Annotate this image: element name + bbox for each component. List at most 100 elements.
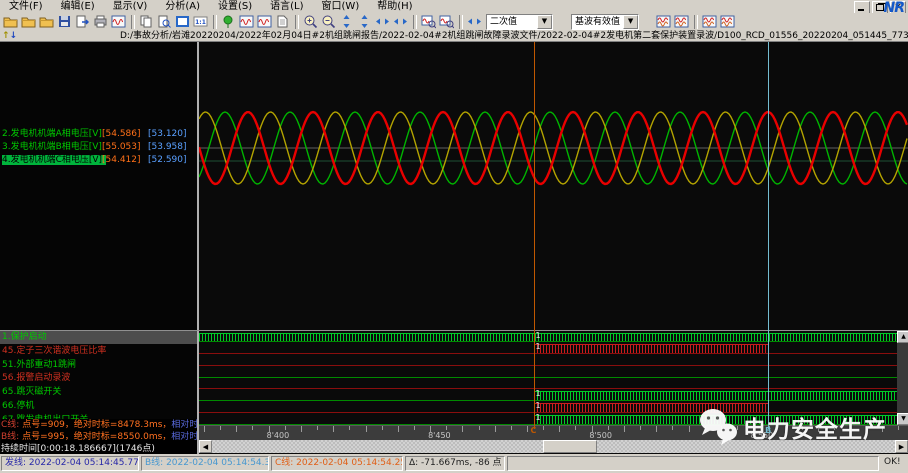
digital-trace-baseline — [199, 365, 908, 366]
digital-trace-baseline — [199, 400, 908, 401]
axis-tick — [462, 426, 463, 432]
chevron-down-icon[interactable]: ▼ — [537, 15, 552, 29]
folder-icon-2[interactable] — [21, 14, 37, 29]
menu-item-6[interactable]: 语言(L) — [261, 0, 312, 13]
wavered-icon-3[interactable] — [702, 14, 718, 29]
axis-tick — [236, 426, 237, 432]
path-nav-arrows[interactable]: ↑↓ — [2, 30, 17, 42]
wavered-icon-2[interactable] — [674, 14, 690, 29]
axis-tick — [543, 426, 544, 430]
folder-icon[interactable] — [3, 14, 19, 29]
varr-icon-2[interactable] — [357, 14, 373, 29]
analog-channel-row[interactable]: 2.发电机机端A相电压[V][54.586][53.120] — [2, 128, 197, 141]
scrollbar-thumb[interactable] — [543, 440, 597, 453]
wave-icon-3[interactable] — [257, 14, 273, 29]
axis-tick — [640, 426, 641, 430]
scroll-left-icon[interactable]: ◀ — [199, 440, 212, 453]
measurement-mode-select[interactable]: 基波有效值▼ — [571, 14, 639, 30]
wave-icon[interactable] — [111, 14, 127, 29]
scroll-up-icon[interactable]: ▲ — [897, 331, 908, 343]
axis-tick — [317, 426, 318, 430]
axis-tick — [204, 426, 205, 432]
export-icon[interactable] — [75, 14, 91, 29]
readout-part: 相对时标差=8538.3ms — [171, 420, 197, 430]
menu-bar: 文件(F)编辑(E)显示(V)分析(A)设置(S)语言(L)窗口(W)帮助(H)… — [0, 0, 908, 13]
digital-trace-baseline — [199, 388, 908, 389]
harr-icon[interactable] — [375, 14, 391, 29]
copy-icon[interactable] — [139, 14, 155, 29]
readout-part: C线: — [1, 420, 22, 430]
find-icon[interactable] — [157, 14, 173, 29]
axis-tick — [479, 426, 480, 430]
value-mode-select[interactable]: 二次值▼ — [486, 14, 553, 30]
one2one-icon[interactable]: 1:1 — [193, 14, 209, 29]
digital-channel-row[interactable]: 45.定子三次谐波电压比率 — [2, 345, 197, 358]
varr-icon[interactable] — [339, 14, 355, 29]
menu-item-1[interactable]: 文件(F) — [0, 0, 52, 13]
channel-value-2: [52.590] — [148, 154, 187, 167]
trace-state-value: 1 — [536, 390, 541, 398]
digital-channel-row[interactable]: 65.跳灭磁开关 — [2, 386, 197, 399]
digital-channel-row[interactable]: 1.保护启动 — [0, 331, 197, 344]
zoomout-icon[interactable] — [321, 14, 337, 29]
wavez-icon[interactable] — [421, 14, 437, 29]
axis-tick — [608, 426, 609, 430]
down-arrow-icon[interactable]: ↓ — [10, 31, 18, 41]
channel-panel: 2.发电机机端A相电压[V][54.586][53.120]3.发电机机端B相电… — [0, 42, 197, 454]
channel-value-1: [54.412] — [102, 154, 141, 167]
channel-label: 4.发电机机端C相电压[V] — [2, 155, 106, 165]
cursor-b[interactable] — [768, 42, 769, 429]
harr-icon-3[interactable] — [467, 14, 483, 29]
toolbar-separator — [413, 15, 417, 29]
wavered-icon[interactable] — [656, 14, 672, 29]
menu-item-7[interactable]: 窗口(W) — [313, 0, 369, 13]
menu-item-2[interactable]: 编辑(E) — [52, 0, 104, 13]
fullscreen-icon[interactable] — [175, 14, 191, 29]
up-arrow-icon[interactable]: ↑ — [2, 31, 10, 41]
ok-status: OK! — [881, 456, 907, 471]
menu-item-8[interactable]: 帮助(H) — [368, 0, 421, 13]
save-icon[interactable] — [57, 14, 73, 29]
digital-trace-high-segment — [534, 344, 769, 353]
menu-item-3[interactable]: 显示(V) — [104, 0, 157, 13]
marker-icon[interactable] — [221, 14, 237, 29]
cursor-readout-line: C线: 点号=909，绝对时标=8478.3ms，相对时标差=8538.3ms — [1, 419, 197, 431]
wavered-icon-4[interactable] — [720, 14, 736, 29]
channel-label: 2.发电机机端A相电压[V] — [2, 129, 102, 139]
axis-tick — [301, 426, 302, 432]
doc-icon[interactable] — [275, 14, 291, 29]
wave-icon-2[interactable] — [239, 14, 255, 29]
menu-item-5[interactable]: 设置(S) — [209, 0, 261, 13]
axis-tick — [511, 426, 512, 430]
digital-channel-row[interactable]: 56.报警启动录波 — [2, 372, 197, 385]
waveform-area[interactable]: 11111 ▲ ▼ 8'4008'4508'5008'550CB ◀ ▶ — [199, 42, 908, 454]
digital-trace-high-segment — [199, 333, 908, 342]
analog-channel-row[interactable]: 4.发电机机端C相电压[V][54.412] [52.590] — [2, 154, 197, 167]
toolbar-separator — [131, 15, 135, 29]
axis-tick — [575, 426, 576, 430]
wechat-icon — [695, 406, 743, 448]
folder-icon-3[interactable] — [39, 14, 55, 29]
analog-channel-row[interactable]: 3.发电机机端B相电压[V][55.053][53.958] — [2, 141, 197, 154]
analog-waveform-plot — [199, 42, 908, 330]
wavez-icon-2[interactable] — [439, 14, 455, 29]
status-bar: 发线: 2022-02-04 05:14:45.773000B线: 2022-0… — [0, 454, 908, 473]
harr-icon-2[interactable] — [393, 14, 409, 29]
section-divider — [0, 330, 908, 331]
axis-tick — [672, 426, 673, 430]
status-spacer — [507, 456, 879, 471]
b-line-time-field: B线: 2022-02-04 05:14:54.323000 — [141, 456, 269, 471]
digital-trace-baseline — [199, 341, 908, 342]
zoomin-icon[interactable] — [303, 14, 319, 29]
main-area: 2.发电机机端A相电压[V][54.586][53.120]3.发电机机端B相电… — [0, 42, 908, 454]
toolbar-separator — [295, 15, 299, 29]
print-icon[interactable] — [93, 14, 109, 29]
readout-part: B线: — [1, 432, 22, 442]
cursor-c[interactable] — [534, 42, 535, 429]
menu-item-4[interactable]: 分析(A) — [156, 0, 209, 13]
chevron-down-icon[interactable]: ▼ — [623, 15, 638, 29]
delta-field: Δ: -71.667ms, -86 点 — [405, 456, 505, 471]
digital-channel-row[interactable]: 51.外部重动1跳闸 — [2, 359, 197, 372]
watermark-text: 电力安全生产 — [743, 410, 887, 444]
digital-channel-row[interactable]: 66.停机 — [2, 400, 197, 413]
